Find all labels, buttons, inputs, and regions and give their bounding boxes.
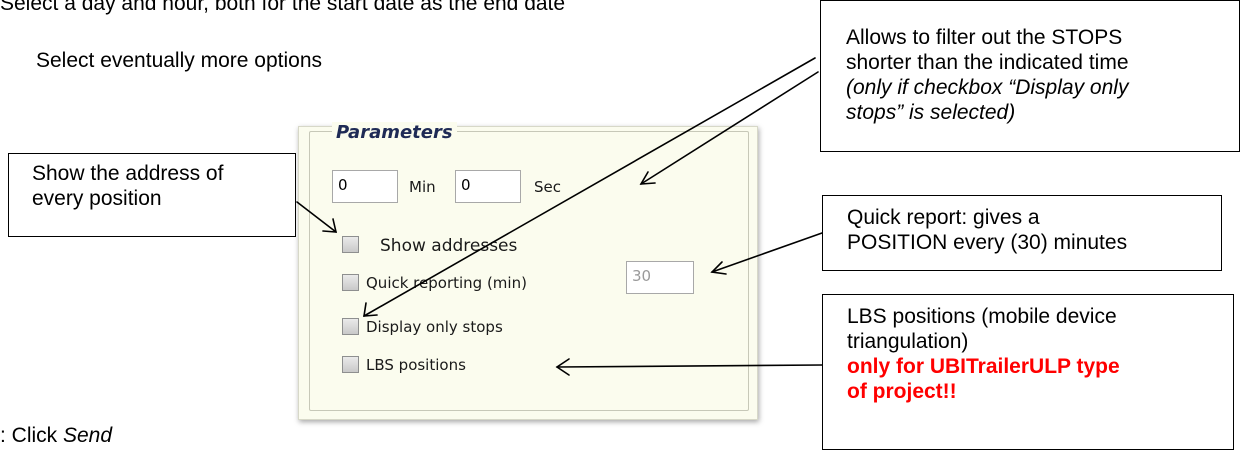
callout-quick-line1: Quick report: gives a: [847, 206, 1040, 229]
callout-lbs-positions: LBS positions (mobile device triangulati…: [822, 294, 1234, 450]
instruction-options: Select eventually more options: [36, 49, 322, 72]
callout-stops-line2: shorter than the indicated time: [846, 51, 1129, 74]
callout-address-line1: Show the address of: [32, 162, 224, 185]
callout-stops-note1: (only if checkbox “Display only: [846, 76, 1129, 99]
instruction-send: : Click Send: [0, 424, 112, 448]
callout-lbs-warn1: only for UBITrailerULP type: [847, 355, 1120, 378]
min-input[interactable]: 0: [332, 170, 398, 203]
lbs-positions-label[interactable]: LBS positions: [366, 356, 466, 374]
parameters-panel: Parameters 0 Min 0 Sec Show addresses Qu…: [298, 122, 758, 420]
instruction-send-action: Send: [63, 424, 113, 447]
callout-quick-line2: POSITION every (30) minutes: [847, 231, 1128, 254]
callout-lbs-line2: triangulation): [847, 330, 969, 353]
callout-lbs-line1: LBS positions (mobile device: [847, 305, 1117, 328]
callout-show-address: Show the address of every position: [8, 153, 296, 237]
display-only-stops-label[interactable]: Display only stops: [366, 318, 503, 336]
min-label: Min: [409, 178, 436, 196]
callout-filter-stops: Allows to filter out the STOPS shorter t…: [820, 0, 1240, 152]
callout-address-line2: every position: [32, 187, 162, 210]
show-addresses-label[interactable]: Show addresses: [380, 236, 517, 256]
quick-reporting-label[interactable]: Quick reporting (min): [366, 274, 527, 292]
quick-reporting-input[interactable]: 30: [626, 261, 694, 294]
callout-quick-report: Quick report: gives a POSITION every (30…: [822, 195, 1222, 271]
lbs-positions-checkbox[interactable]: [342, 356, 359, 373]
instruction-send-prefix: : Click: [0, 424, 63, 447]
parameters-legend: Parameters: [332, 122, 457, 143]
callout-lbs-warn2: of project!!: [847, 380, 957, 403]
quick-reporting-checkbox[interactable]: [342, 274, 359, 291]
instruction-dates: Select a day and hour, both for the star…: [0, 0, 566, 15]
show-addresses-checkbox[interactable]: [342, 236, 359, 253]
sec-input[interactable]: 0: [455, 170, 521, 203]
callout-stops-note2: stops” is selected): [846, 101, 1016, 124]
callout-stops-line1: Allows to filter out the STOPS: [846, 26, 1123, 49]
sec-label: Sec: [534, 178, 561, 196]
display-only-stops-checkbox[interactable]: [342, 318, 359, 335]
parameters-fieldset: Parameters 0 Min 0 Sec Show addresses Qu…: [309, 122, 749, 411]
